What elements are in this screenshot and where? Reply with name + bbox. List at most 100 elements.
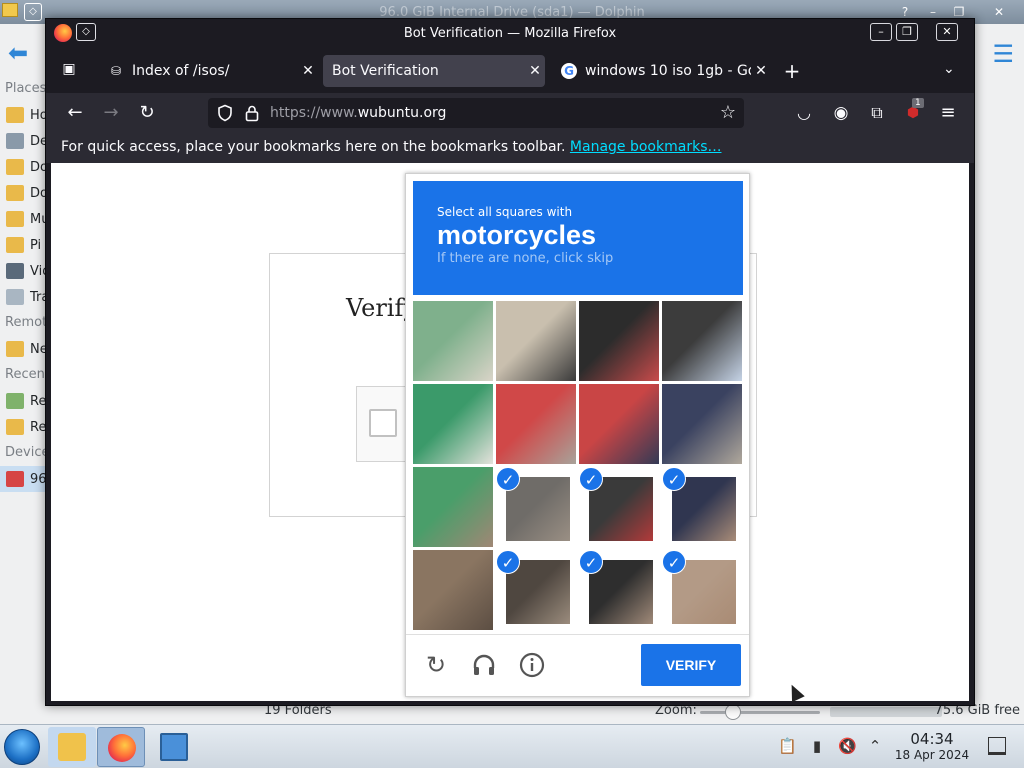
tab-label: windows 10 iso 1gb - Goo bbox=[585, 63, 751, 79]
zoom-slider[interactable] bbox=[700, 711, 820, 714]
close-button[interactable]: ✕ bbox=[936, 23, 958, 41]
devices-section-label: Devices bbox=[5, 445, 48, 460]
remote-section-label: Remote bbox=[5, 315, 48, 330]
taskbar-firefox[interactable] bbox=[97, 727, 145, 767]
captcha-tile[interactable] bbox=[496, 301, 576, 381]
clipboard-icon[interactable]: 📋 bbox=[778, 737, 797, 757]
tab-close-icon[interactable]: ✕ bbox=[298, 63, 318, 79]
sidebar-item-label: Re bbox=[30, 393, 47, 409]
url-bar[interactable]: https://www.wubuntu.org ☆ bbox=[208, 98, 744, 128]
sidebar-item-videos[interactable]: Vid bbox=[0, 258, 48, 284]
minimize-button[interactable]: – bbox=[870, 23, 892, 41]
account-icon[interactable]: ◉ bbox=[829, 101, 853, 125]
show-desktop-button[interactable] bbox=[988, 737, 1006, 755]
pictures-folder-icon bbox=[6, 237, 24, 253]
battery-icon[interactable]: ▮ bbox=[808, 737, 826, 757]
sidebar-item-documents[interactable]: Do bbox=[0, 154, 48, 180]
pocket-icon[interactable]: ◡ bbox=[792, 101, 816, 125]
chevron-down-icon[interactable]: ⌄ bbox=[943, 61, 955, 77]
new-tab-plus-icon[interactable]: + bbox=[781, 59, 803, 83]
hamburger-menu-icon[interactable]: ☰ bbox=[992, 40, 1014, 68]
taskbar-file-manager[interactable] bbox=[48, 727, 96, 767]
tab-index-of-isos[interactable]: ⛁ Index of /isos/ ✕ bbox=[96, 55, 318, 87]
taskbar: 📋 ▮ 🔇 ⌃ 04:34 18 Apr 2024 bbox=[0, 724, 1024, 768]
sidebar-item-trash[interactable]: Tra bbox=[0, 284, 48, 310]
lock-icon[interactable] bbox=[244, 104, 260, 122]
taskbar-system-monitor[interactable] bbox=[150, 727, 198, 767]
navigation-toolbar: ← → ↻ https://www.wubuntu.org ☆ ◡ ◉ ⧉ ⬢ … bbox=[46, 93, 974, 133]
sidebar-item-label: Pi bbox=[30, 237, 42, 253]
tab-label: Index of /isos/ bbox=[132, 63, 230, 79]
videos-folder-icon bbox=[6, 263, 24, 279]
audio-challenge-headphones-icon[interactable] bbox=[470, 651, 498, 679]
clock-time[interactable]: 04:34 bbox=[890, 730, 974, 748]
captcha-tile[interactable] bbox=[413, 467, 493, 547]
clock-date[interactable]: 18 Apr 2024 bbox=[890, 748, 974, 762]
sidebar-item-downloads[interactable]: Do bbox=[0, 180, 48, 206]
captcha-tile[interactable] bbox=[662, 384, 742, 464]
selected-checkmark-icon: ✓ bbox=[579, 550, 603, 574]
captcha-tile[interactable]: ✓ bbox=[579, 467, 659, 547]
sidebar-item-home[interactable]: Ho bbox=[0, 102, 48, 128]
reload-icon[interactable]: ↻ bbox=[135, 101, 159, 125]
sidebar-item-desktop[interactable]: De bbox=[0, 128, 48, 154]
sidebar-item-pictures[interactable]: Pi bbox=[0, 232, 48, 258]
captcha-target: motorcycles bbox=[437, 220, 597, 250]
close-button[interactable]: ✕ bbox=[988, 2, 1010, 22]
captcha-tile[interactable]: ✓ bbox=[662, 467, 742, 547]
hamburger-menu-icon[interactable]: ≡ bbox=[936, 101, 960, 125]
sidebar-item-recent-locations[interactable]: Re bbox=[0, 414, 48, 440]
captcha-tile[interactable]: ✓ bbox=[579, 550, 659, 630]
selected-checkmark-icon: ✓ bbox=[662, 467, 686, 491]
back-arrow-icon[interactable]: ← bbox=[63, 101, 87, 125]
back-arrow-icon[interactable]: ⬅ bbox=[8, 40, 38, 66]
tab-close-icon[interactable]: ✕ bbox=[525, 63, 545, 79]
captcha-tile[interactable] bbox=[413, 301, 493, 381]
tab-close-icon[interactable]: ✕ bbox=[751, 63, 771, 79]
captcha-tile[interactable]: ✓ bbox=[496, 467, 576, 547]
sidebar-item-recent-files[interactable]: Re bbox=[0, 388, 48, 414]
extensions-puzzle-icon[interactable]: ⧉ bbox=[865, 101, 889, 125]
folder-icon bbox=[58, 733, 86, 761]
drive-icon bbox=[6, 471, 24, 487]
tracking-protection-shield-icon[interactable] bbox=[216, 104, 234, 122]
places-sidebar: Places Ho De Do Do Mu Pi Vid Tra Remote … bbox=[0, 76, 48, 492]
maximize-button[interactable]: ❐ bbox=[896, 23, 918, 41]
sidebar-item-music[interactable]: Mu bbox=[0, 206, 48, 232]
captcha-tile-image bbox=[496, 301, 576, 381]
captcha-tile-image bbox=[662, 384, 742, 464]
captcha-tile[interactable] bbox=[579, 384, 659, 464]
tab-bot-verification[interactable]: Bot Verification ✕ bbox=[323, 55, 545, 87]
not-a-robot-checkbox[interactable] bbox=[369, 409, 397, 437]
captcha-tile[interactable] bbox=[413, 384, 493, 464]
forward-arrow-icon[interactable]: → bbox=[99, 101, 123, 125]
firefox-titlebar: ◇ Bot Verification — Mozilla Firefox – ❐… bbox=[46, 19, 974, 49]
verify-button[interactable]: VERIFY bbox=[641, 644, 741, 686]
bookmark-star-icon[interactable]: ☆ bbox=[720, 102, 736, 123]
firefox-view-icon[interactable]: ▣ bbox=[58, 61, 80, 81]
zoom-slider-handle[interactable] bbox=[725, 704, 741, 720]
reload-challenge-icon[interactable]: ↻ bbox=[422, 651, 450, 679]
volume-muted-icon[interactable]: 🔇 bbox=[838, 737, 857, 757]
start-menu-button[interactable] bbox=[4, 729, 40, 765]
window-title: Bot Verification — Mozilla Firefox bbox=[403, 26, 617, 41]
tab-google-search[interactable]: G windows 10 iso 1gb - Goo ✕ bbox=[549, 55, 771, 87]
url-text[interactable]: https://www.wubuntu.org bbox=[270, 105, 446, 121]
captcha-tile[interactable] bbox=[413, 550, 493, 630]
captcha-tile[interactable] bbox=[662, 301, 742, 381]
manage-bookmarks-link[interactable]: Manage bookmarks… bbox=[570, 139, 722, 155]
captcha-tile[interactable]: ✓ bbox=[662, 550, 742, 630]
selected-checkmark-icon: ✓ bbox=[579, 467, 603, 491]
sidebar-item-internal-drive[interactable]: 96 bbox=[0, 466, 48, 492]
captcha-tile[interactable] bbox=[579, 301, 659, 381]
captcha-footer: ↻ VERIFY bbox=[406, 634, 749, 696]
captcha-tile-image bbox=[579, 301, 659, 381]
google-icon: G bbox=[561, 63, 577, 79]
desktop-icon bbox=[6, 133, 24, 149]
info-icon[interactable] bbox=[518, 651, 546, 679]
captcha-challenge: Select all squares with motorcycles If t… bbox=[405, 173, 750, 697]
chevron-up-icon[interactable]: ⌃ bbox=[866, 737, 884, 757]
sidebar-item-network[interactable]: Ne bbox=[0, 336, 48, 362]
captcha-tile[interactable] bbox=[496, 384, 576, 464]
captcha-tile[interactable]: ✓ bbox=[496, 550, 576, 630]
